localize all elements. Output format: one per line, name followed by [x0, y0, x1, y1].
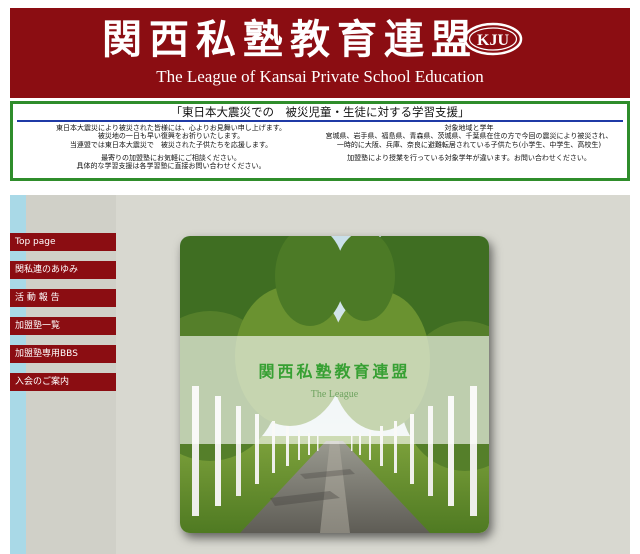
notice-line: 宮城県、岩手県、福島県、青森県、茨城県、千葉県在住の方で今回の震災により被災され…: [325, 132, 613, 141]
nav-item-history[interactable]: 関私連のあゆみ: [10, 261, 116, 279]
notice-target-info: 対象地域と学年 宮城県、岩手県、福島県、青森県、茨城県、千葉県在住の方で今回の震…: [313, 124, 625, 162]
notice-title: 「東日本大震災での 被災児童・生徒に対する学習支援」: [170, 105, 470, 119]
sidebar: Top page 関私連のあゆみ 活 動 報 告 加盟塾一覧 加盟塾専用BBS …: [10, 195, 116, 554]
league-logo-icon: KJU: [463, 22, 523, 56]
hero-subtitle: The League: [310, 389, 359, 400]
logo-text: KJU: [477, 32, 509, 49]
notice-line: 加盟塾により授業を行っている対象学年が違います。お問い合わせください。: [347, 153, 591, 162]
nav-item-member-schools[interactable]: 加盟塾一覧: [10, 317, 116, 335]
notice-divider: [17, 120, 623, 122]
nav-item-top-page[interactable]: Top page: [10, 233, 116, 251]
notice-message: 東日本大震災により被災された皆様には、心よりお見舞い申し上げます。 被災地の一日…: [21, 124, 321, 170]
content-area: Top page 関私連のあゆみ 活 動 報 告 加盟塾一覧 加盟塾専用BBS …: [10, 195, 630, 554]
main-nav: Top page 関私連のあゆみ 活 動 報 告 加盟塾一覧 加盟塾専用BBS …: [10, 233, 116, 401]
nav-item-activity-report[interactable]: 活 動 報 告: [10, 289, 116, 307]
site-title-en: The League of Kansai Private School Educ…: [156, 67, 484, 86]
notice-line: 一時的に大阪、兵庫、奈良に避難転居されている子供たち(小学生、中学生、高校生): [336, 140, 602, 149]
nav-item-member-bbs[interactable]: 加盟塾専用BBS: [10, 345, 116, 363]
notice-line: 最寄りの加盟塾にお気軽にご相談ください。: [101, 153, 241, 162]
nav-item-membership-info[interactable]: 入会のご案内: [10, 373, 116, 391]
notice-line: 被災地の一日も早い復興をお祈りいたします。: [97, 132, 245, 141]
site-header: 関西私塾教育連盟 KJU The League of Kansai Privat…: [10, 8, 630, 98]
notice-box: 「東日本大震災での 被災児童・生徒に対する学習支援」 東日本大震災により被災され…: [10, 101, 630, 181]
notice-line: 当連盟では東日本大震災で 被災された子供たちを応援します。: [69, 140, 273, 149]
hero-title: 関西私塾教育連盟: [258, 362, 411, 381]
notice-line: 具体的な学習支援は各学習塾に直接お問い合わせください。: [76, 162, 266, 171]
hero-image: 関西私塾教育連盟 The League: [180, 236, 489, 533]
